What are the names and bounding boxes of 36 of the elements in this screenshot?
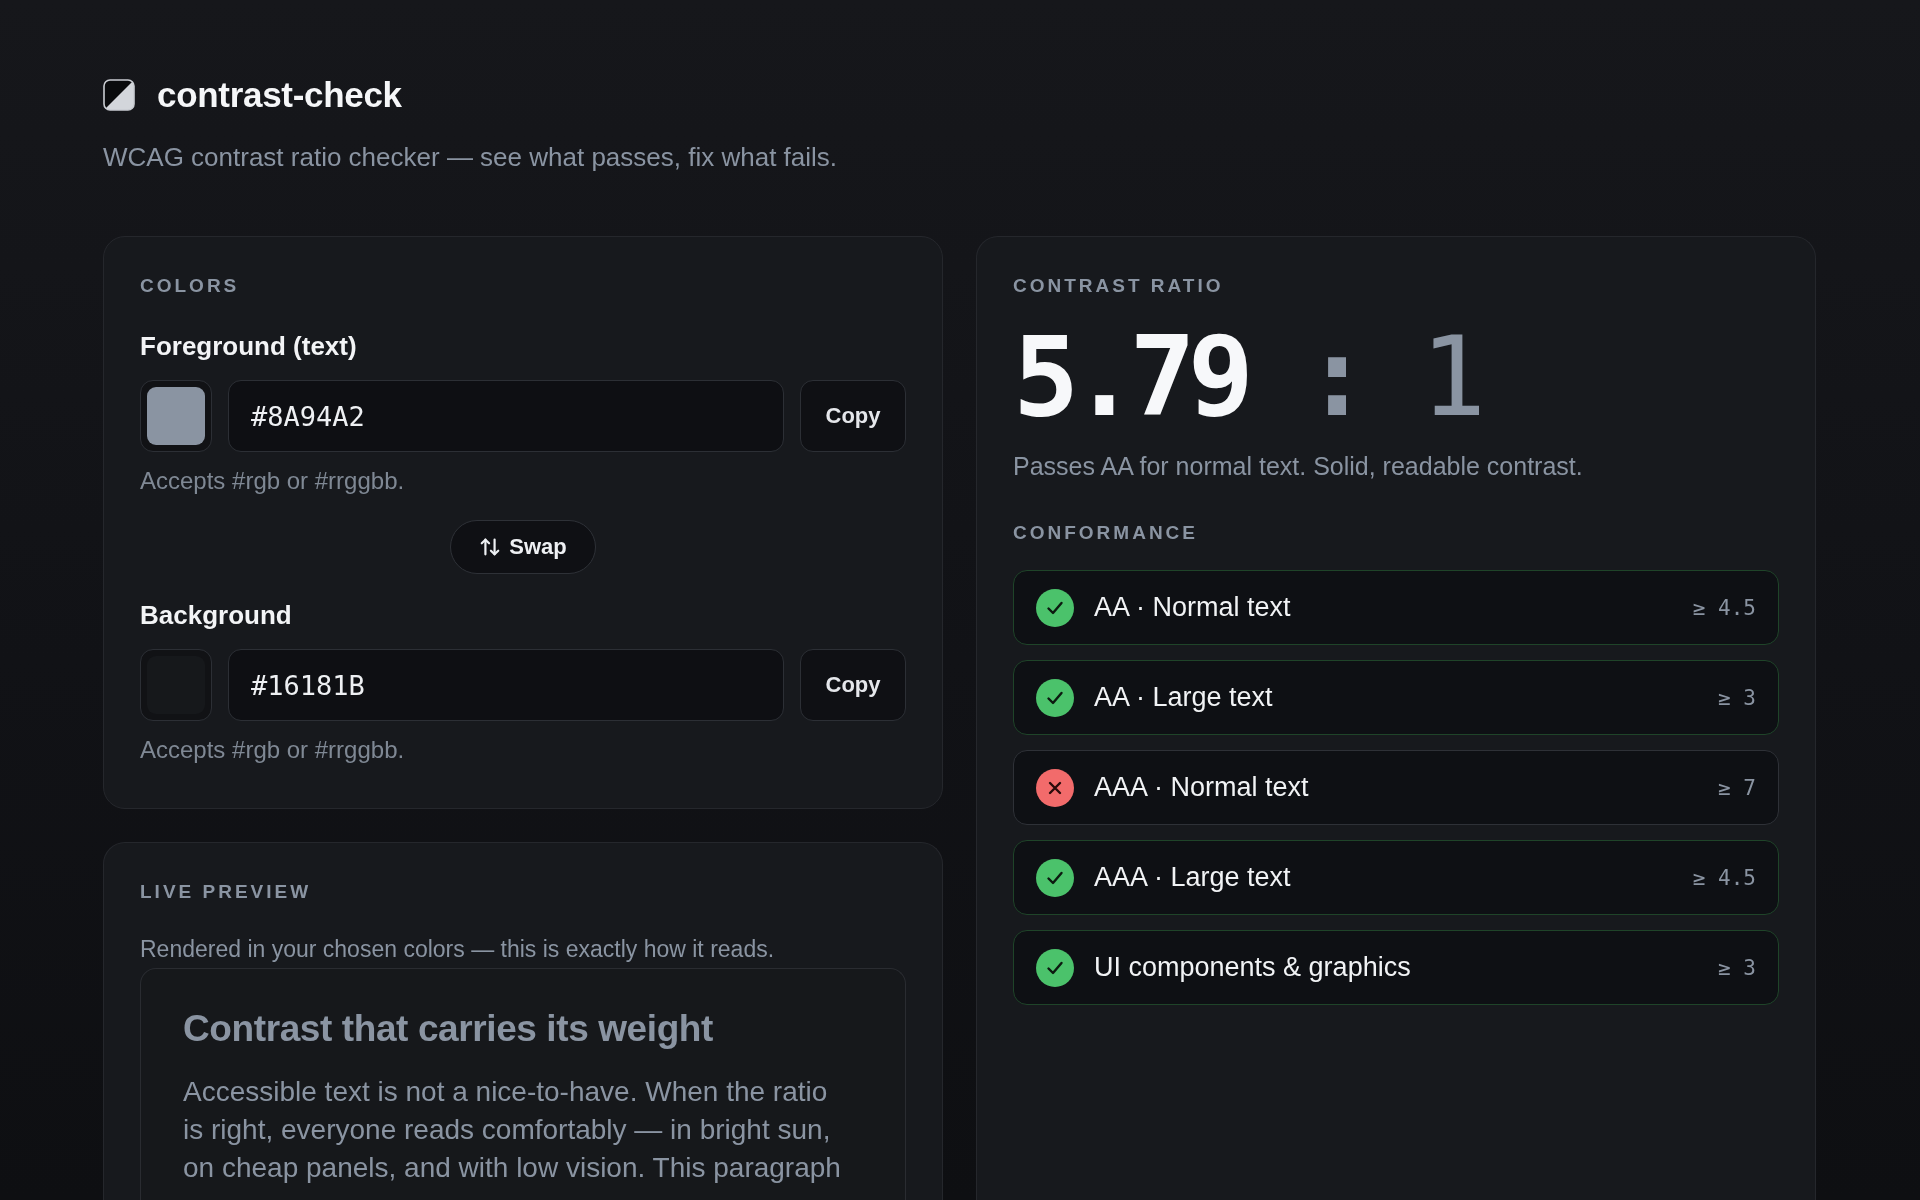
logo-icon — [103, 79, 135, 111]
input-hint: Accepts #rgb or #rrggbb. — [140, 468, 406, 494]
up-down-arrows-icon — [479, 536, 502, 558]
conformance-threshold: ≥ 3 — [1718, 955, 1756, 980]
conformance-label: AAA · Large text — [1094, 862, 1292, 893]
ratio-value: 5.79 — [1013, 322, 1246, 432]
field-label: Background — [140, 600, 293, 630]
conformance-threshold: ≥ 3 — [1718, 685, 1756, 710]
hex-input[interactable]: #16181B — [228, 649, 784, 721]
field-label: Foreground (text) — [140, 331, 358, 361]
preview-paragraph: Accessible text is not a nice-to-have. When the ratio is right, everyone reads comfortably — in bright sun, on cheap panels, and with low vision. This paragraph — [183, 1075, 842, 1185]
section-heading: CONFORMANCE — [1013, 522, 1199, 544]
conformance-threshold: ≥ 4.5 — [1692, 865, 1756, 890]
ratio-separator: : — [1303, 322, 1363, 432]
app-subtitle: WCAG contrast ratio checker — see what passes, fix what fails. — [103, 141, 839, 173]
conformance-threshold: ≥ 4.5 — [1692, 595, 1756, 620]
swap-button[interactable]: Swap — [450, 520, 596, 574]
section-heading: CONTRAST RATIO — [1013, 275, 1225, 297]
hex-input[interactable]: #8A94A2 — [228, 380, 784, 452]
section-heading: COLORS — [140, 275, 241, 297]
conformance-threshold: ≥ 7 — [1718, 775, 1756, 800]
copy-button[interactable]: Copy — [800, 380, 906, 452]
section-heading: LIVE PREVIEW — [140, 881, 313, 903]
copy-button[interactable]: Copy — [800, 649, 906, 721]
ratio-base: 1 — [1420, 322, 1479, 432]
color-swatch-icon[interactable] — [140, 380, 212, 452]
input-hint: Accepts #rgb or #rrggbb. — [140, 737, 406, 763]
ratio-summary: Passes AA for normal text. Solid, readable contrast. — [1013, 452, 1584, 480]
preview-heading: Contrast that carries its weight — [183, 1007, 714, 1051]
app-title: contrast-check — [157, 77, 402, 113]
preview-caption: Rendered in your chosen colors — this is exactly how it reads. — [140, 936, 776, 962]
conformance-label: AA · Normal text — [1094, 592, 1292, 623]
color-swatch-icon[interactable] — [140, 649, 212, 721]
conformance-label: UI components & graphics — [1094, 952, 1412, 983]
conformance-label: AA · Large text — [1094, 682, 1274, 713]
conformance-label: AAA · Normal text — [1094, 772, 1310, 803]
